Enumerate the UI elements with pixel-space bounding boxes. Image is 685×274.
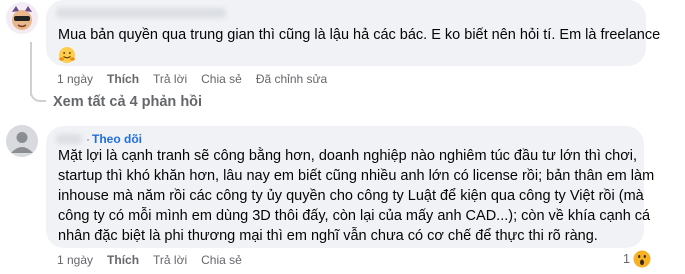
share-button[interactable]: Chia sẻ <box>201 253 242 267</box>
reply-thread-connector <box>30 84 46 102</box>
reply-button[interactable]: Trả lời <box>153 253 187 267</box>
comment-line: Mua bản quyền qua trung gian thì cũng là… <box>58 27 661 43</box>
comment-line: inhouse mà năm rồi các công ty ủy quyền … <box>58 188 644 204</box>
reply-button[interactable]: Trả lời <box>153 72 187 86</box>
commenter-name-redacted <box>56 134 82 144</box>
comment-timestamp[interactable]: 1 ngày <box>57 253 93 267</box>
wow-icon <box>633 250 651 268</box>
comment-line: startup thì khó khăn hơn, lâu nay em biế… <box>58 168 655 184</box>
comment-text: Mua bản quyền qua trung gian thì cũng là… <box>58 25 660 70</box>
cartoon-face-icon <box>6 2 38 34</box>
comment-line: công ty có mỗi mình em dùng 3D thôi đấy,… <box>58 208 651 224</box>
share-button[interactable]: Chia sẻ <box>201 72 242 86</box>
separator-dot: · <box>86 132 90 146</box>
comment-timestamp[interactable]: 1 ngày <box>57 72 93 86</box>
reaction-summary[interactable]: 1 <box>623 250 651 268</box>
default-avatar-icon <box>6 125 38 157</box>
comment-actions: 1 ngày Thích Trả lời Chia sẻ Đã chỉnh sử… <box>57 72 341 86</box>
hugging-face-icon <box>59 47 75 63</box>
avatar[interactable] <box>6 125 38 157</box>
edited-label: Đã chỉnh sửa <box>255 72 328 86</box>
comment-text: Mặt lợi là cạnh tranh sẽ công bằng hơn, … <box>58 146 654 246</box>
like-button[interactable]: Thích <box>107 72 139 86</box>
reaction-count: 1 <box>623 252 630 266</box>
comment-line: nhân đặc biệt là phi thương mại thì em n… <box>58 228 598 244</box>
follow-label[interactable]: Theo dõi <box>92 132 142 146</box>
see-all-replies-link[interactable]: Xem tất cả 4 phản hồi <box>53 94 202 110</box>
comment-line: Mặt lợi là cạnh tranh sẽ công bằng hơn, … <box>58 148 637 164</box>
like-button[interactable]: Thích <box>107 253 139 267</box>
hugging-face-emoji <box>58 46 660 70</box>
commenter-name-redacted <box>56 8 226 18</box>
avatar[interactable] <box>6 2 38 34</box>
follow-link[interactable]: · Theo dõi <box>86 132 142 146</box>
comment-actions: 1 ngày Thích Trả lời Chia sẻ <box>57 253 256 267</box>
